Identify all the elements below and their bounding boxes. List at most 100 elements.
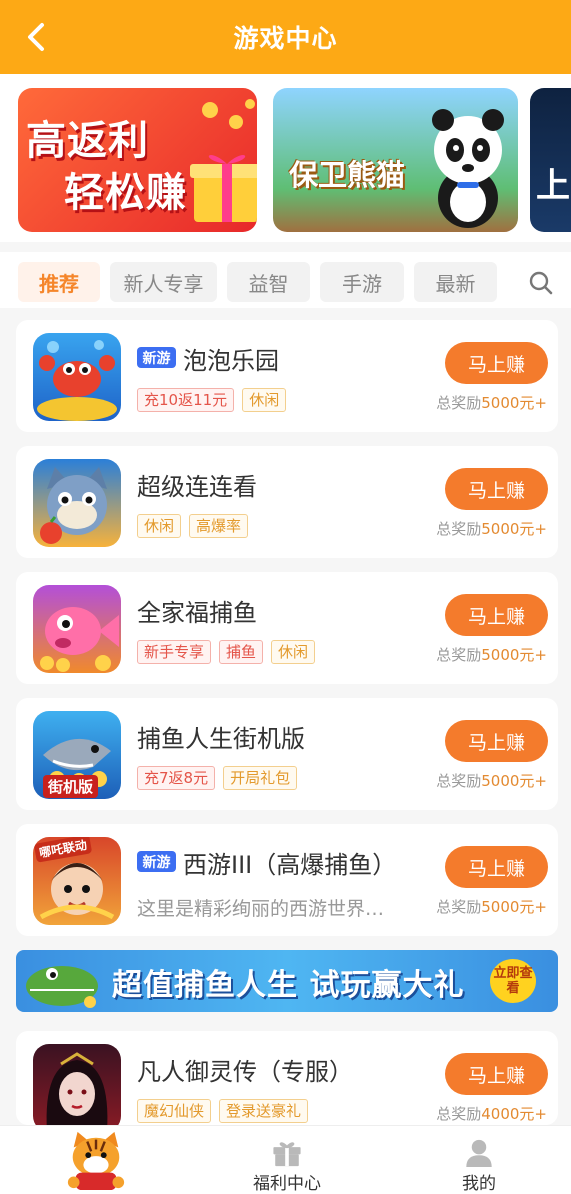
chevron-left-icon[interactable] [20, 20, 54, 54]
panda-icon [432, 109, 504, 228]
total-reward-amount: 4000元+ [481, 1105, 547, 1123]
game-description: 这里是精彩绚丽的西游世界… [137, 898, 385, 920]
game-tag: 休闲 [271, 640, 316, 664]
total-reward-label: 总奖励 [436, 898, 482, 916]
banner-partial-title: 上 [536, 166, 570, 206]
user-icon [466, 1139, 492, 1167]
nav-item-home[interactable] [60, 1126, 132, 1194]
total-reward: 总奖励5000元+ [436, 770, 547, 791]
game-tag: 捕鱼 [219, 640, 264, 664]
game-tags: 充10返11元 休闲 [137, 388, 287, 412]
earn-now-button[interactable]: 马上赚 [445, 720, 548, 762]
game-icon-mortal-spirit [33, 1044, 121, 1132]
banner-carousel[interactable]: 高返利 轻松赚 保卫熊猫 上 [0, 74, 571, 242]
game-tag: 高爆率 [189, 514, 249, 538]
nav-item-mine[interactable]: 我的 [440, 1126, 518, 1194]
earn-now-button[interactable]: 马上赚 [445, 342, 548, 384]
game-icon-bubble-park [33, 333, 121, 421]
total-reward-amount: 5000元+ [481, 646, 547, 664]
gift-icon [273, 1142, 301, 1167]
nav-item-welfare[interactable]: 福利中心 [236, 1126, 338, 1194]
tab-recommend[interactable]: 推荐 [18, 262, 100, 302]
nav-label: 福利中心 [253, 1174, 321, 1194]
game-tag: 魔幻仙侠 [137, 1099, 212, 1123]
game-card[interactable]: 新游 泡泡乐园 充10返11元 休闲 马上赚 总奖励5000元+ [16, 320, 558, 432]
game-name: 凡人御灵传（专服） [137, 1058, 353, 1086]
tab-latest[interactable]: 最新 [414, 262, 497, 302]
search-icon[interactable] [526, 268, 556, 298]
earn-now-button[interactable]: 马上赚 [445, 1053, 548, 1095]
game-card[interactable]: 哪吒联动 新游 西游III（高爆捕鱼） 这里是精彩绚丽的西游世界… 马上赚 总奖… [16, 824, 558, 936]
game-tag: 登录送豪礼 [219, 1099, 309, 1123]
game-card[interactable]: 街机版 捕鱼人生街机版 充7返8元 开局礼包 马上赚 总奖励5000元+ [16, 698, 558, 810]
total-reward-label: 总奖励 [436, 520, 482, 538]
new-game-badge: 新游 [137, 347, 176, 368]
game-tags: 魔幻仙侠 登录送豪礼 [137, 1099, 309, 1123]
total-reward-label: 总奖励 [436, 646, 482, 664]
total-reward-amount: 5000元+ [481, 394, 547, 412]
promo-title: 超值捕鱼人生 试玩赢大礼 [112, 968, 465, 1003]
earn-now-button[interactable]: 马上赚 [445, 468, 548, 510]
total-reward: 总奖励5000元+ [436, 896, 547, 917]
total-reward: 总奖励5000元+ [436, 392, 547, 413]
total-reward: 总奖励5000元+ [436, 644, 547, 665]
bottom-navigation: 福利中心 我的 [0, 1125, 571, 1194]
game-tags: 休闲 高爆率 [137, 514, 249, 538]
game-name: 泡泡乐园 [183, 347, 279, 375]
crab-icon [37, 340, 117, 421]
category-tabs: 推荐 新人专享 益智 手游 最新 [0, 252, 571, 308]
game-name: 西游III（高爆捕鱼） [183, 851, 397, 879]
banner-partial[interactable]: 上 [530, 88, 571, 232]
banner-rebate[interactable]: 高返利 轻松赚 [18, 88, 257, 232]
fish-icon [40, 607, 119, 672]
game-name: 超级连连看 [137, 473, 257, 501]
banner-panda[interactable]: 保卫熊猫 [273, 88, 518, 232]
game-tags: 新手专享 捕鱼 休闲 [137, 640, 316, 664]
game-icon-family-fishing [33, 585, 121, 673]
promo-view-button[interactable]: 立即查看 [490, 959, 536, 1003]
tiger-mascot-icon [67, 1131, 125, 1191]
total-reward-label: 总奖励 [436, 1105, 482, 1123]
total-reward-label: 总奖励 [436, 772, 482, 790]
total-reward-amount: 5000元+ [481, 898, 547, 916]
game-tag: 充10返11元 [137, 388, 235, 412]
banner-title-line2: 轻松赚 [64, 170, 187, 216]
game-card[interactable]: 全家福捕鱼 新手专享 捕鱼 休闲 马上赚 总奖励5000元+ [16, 572, 558, 684]
banner-title-line1: 高返利 [26, 118, 149, 164]
game-tag: 新手专享 [137, 640, 212, 664]
game-tag: 休闲 [242, 388, 287, 412]
banner-panda-title: 保卫熊猫 [289, 158, 406, 192]
tab-newcomer[interactable]: 新人专享 [110, 262, 217, 302]
game-tag: 休闲 [137, 514, 182, 538]
tab-mobile[interactable]: 手游 [320, 262, 404, 302]
game-icon-fishing-life: 街机版 [33, 711, 121, 799]
total-reward-label: 总奖励 [436, 394, 482, 412]
game-tag: 开局礼包 [223, 766, 298, 790]
game-tags: 充7返8元 开局礼包 [137, 766, 298, 790]
tab-puzzle[interactable]: 益智 [227, 262, 310, 302]
earn-now-button[interactable]: 马上赚 [445, 594, 548, 636]
heroine-icon [46, 1052, 108, 1132]
total-reward-amount: 5000元+ [481, 772, 547, 790]
icon-caption: 街机版 [43, 775, 99, 798]
game-name: 全家福捕鱼 [137, 599, 257, 627]
new-game-badge: 新游 [137, 851, 176, 872]
earn-now-button[interactable]: 马上赚 [445, 846, 548, 888]
game-card[interactable]: 凡人御灵传（专服） 魔幻仙侠 登录送豪礼 马上赚 总奖励4000元+ [16, 1031, 558, 1132]
crocodile-icon [26, 966, 98, 1008]
promo-banner[interactable]: 超值捕鱼人生 试玩赢大礼 立即查看 [16, 950, 558, 1012]
game-icon-link-match [33, 459, 121, 547]
total-reward: 总奖励4000元+ [436, 1103, 547, 1124]
game-tag: 充7返8元 [137, 766, 216, 790]
coins-icon [202, 99, 255, 129]
gift-box-icon [190, 155, 257, 222]
app-header: 游戏中心 [0, 0, 571, 74]
cat-icon [40, 467, 107, 544]
game-name: 捕鱼人生街机版 [137, 725, 305, 753]
total-reward: 总奖励5000元+ [436, 518, 547, 539]
game-card[interactable]: 超级连连看 休闲 高爆率 马上赚 总奖励5000元+ [16, 446, 558, 558]
total-reward-amount: 5000元+ [481, 520, 547, 538]
nav-label: 我的 [462, 1174, 496, 1194]
game-icon-journey-west: 哪吒联动 [33, 837, 121, 925]
page-title: 游戏中心 [233, 24, 338, 53]
